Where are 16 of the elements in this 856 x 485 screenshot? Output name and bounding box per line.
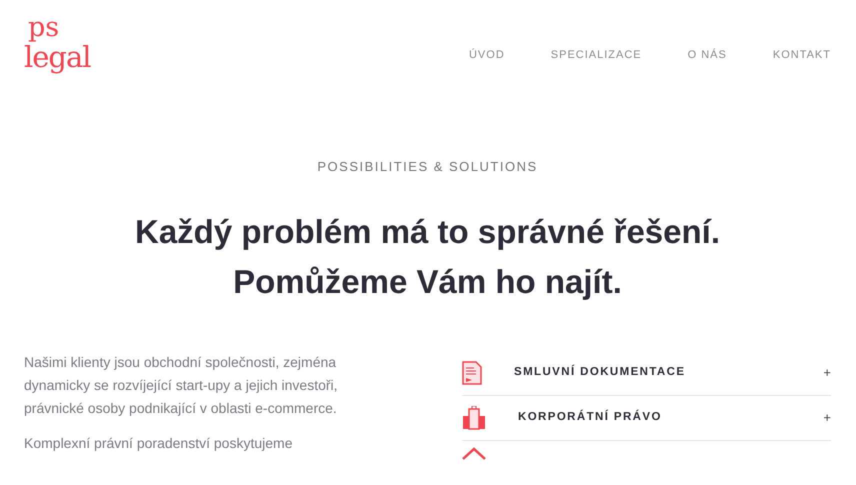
document-icon bbox=[462, 360, 482, 384]
nav-link[interactable]: ÚVOD bbox=[468, 47, 505, 64]
intro-paragraph: Komplexní právní poradenství poskytujeme bbox=[24, 434, 294, 453]
expand-button[interactable]: + bbox=[823, 362, 831, 382]
nav-link[interactable]: O NÁS bbox=[688, 47, 727, 64]
section-eyebrow: POSSIBILITIES & SOLUTIONS bbox=[316, 158, 539, 176]
nav-link[interactable]: SPECIALIZACE bbox=[550, 47, 642, 64]
expand-button[interactable]: + bbox=[823, 408, 831, 428]
intro-paragraph: Našimi klienty jsou obchodní společnosti, zejména dynamicky se rozvíjející start-upy a jejich investoři, právnické osoby podnikající v oblasti e-commerce. bbox=[24, 352, 339, 418]
service-title[interactable]: KORPORÁTNÍ PRÁVO bbox=[518, 408, 824, 426]
logo[interactable]: ps legal bbox=[24, 16, 91, 74]
hero-heading: Každý problém má to správné řešení. bbox=[134, 212, 722, 252]
nav-link[interactable]: KONTAKT bbox=[772, 47, 831, 64]
service-title[interactable]: SMLUVNÍ DOKUMENTACE bbox=[514, 364, 824, 382]
hero-heading: Pomůžeme Vám ho najít. bbox=[232, 262, 623, 302]
building-icon bbox=[462, 406, 486, 430]
